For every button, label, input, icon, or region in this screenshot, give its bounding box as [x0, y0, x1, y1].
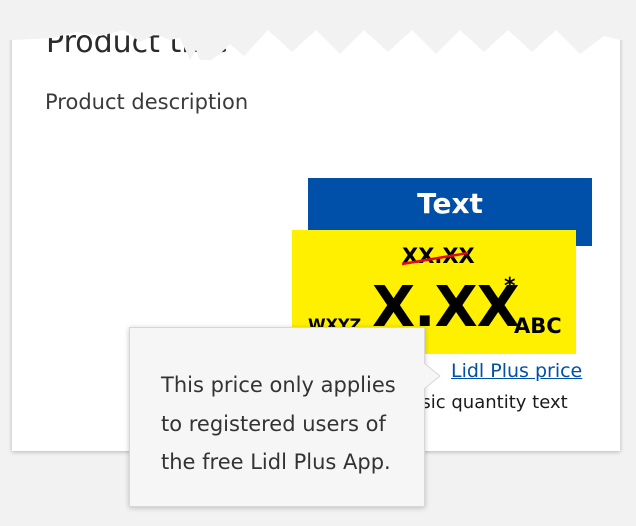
torn-edge-decoration	[0, 0, 636, 60]
price-suffix: ABC	[514, 314, 562, 338]
lidl-plus-price-link[interactable]: Lidl Plus price	[451, 362, 582, 381]
ribbon-text: Text	[417, 187, 483, 220]
tooltip-line: This price only applies	[161, 373, 396, 397]
price-asterisk: *	[504, 274, 516, 299]
tooltip-line: the free Lidl Plus App.	[161, 450, 391, 474]
tooltip-arrow	[424, 363, 441, 389]
lidl-plus-tooltip: This price only applies to registered us…	[129, 327, 441, 507]
product-description: Product description	[45, 90, 249, 114]
tooltip-text: This price only applies to registered us…	[161, 366, 411, 482]
strikethrough-line	[401, 251, 469, 266]
tooltip-line: to registered users of	[161, 411, 386, 436]
